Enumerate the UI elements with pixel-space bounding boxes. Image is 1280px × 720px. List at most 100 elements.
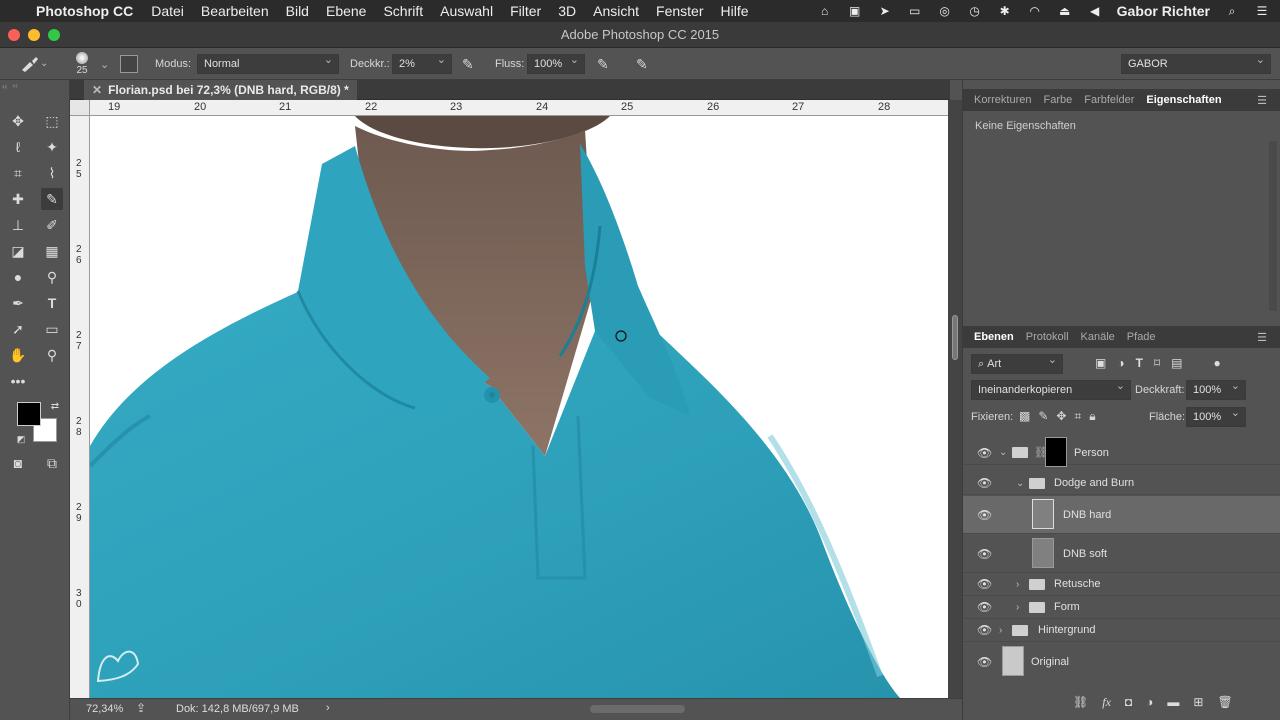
layer-name[interactable]: Original xyxy=(1031,656,1069,668)
tab-eigenschaften[interactable]: Eigenschaften xyxy=(1140,94,1227,106)
tab-ebenen[interactable]: Ebenen xyxy=(963,331,1020,343)
foreground-color-swatch[interactable] xyxy=(17,402,41,426)
menu-bild[interactable]: Bild xyxy=(286,3,309,19)
collapse-chevron-icon[interactable]: › xyxy=(1016,579,1019,590)
horizontal-scroll-thumb[interactable] xyxy=(590,705,685,713)
eraser-tool-icon[interactable]: ◪ xyxy=(7,240,29,262)
notification-list-icon[interactable]: ☰ xyxy=(1254,5,1270,17)
document-tab[interactable]: ✕ Florian.psd bei 72,3% (DNB hard, RGB/8)… xyxy=(84,80,357,100)
visibility-eye-icon[interactable]: 👁︎ xyxy=(977,655,992,669)
layers-panel-menu-icon[interactable]: ☰ xyxy=(1251,331,1273,344)
layer-name[interactable]: Form xyxy=(1054,601,1080,613)
menu-filter[interactable]: Filter xyxy=(510,3,541,19)
new-layer-icon[interactable]: ⊞ xyxy=(1193,695,1203,710)
hand-tool-icon[interactable]: ✋ xyxy=(7,344,29,366)
brush-size-dropdown-icon[interactable]: ⌄ xyxy=(100,48,109,80)
path-selection-tool-icon[interactable]: ➚ xyxy=(7,318,29,340)
collapse-chevron-icon[interactable]: › xyxy=(999,625,1002,636)
more-tools-icon[interactable]: ••• xyxy=(7,370,29,392)
layer-row-dnb-hard[interactable]: 👁︎ DNB hard xyxy=(963,496,1280,534)
brush-panel-toggle[interactable] xyxy=(120,48,138,80)
opacity-select[interactable]: 2% xyxy=(392,53,452,74)
volume-icon[interactable]: ◀ xyxy=(1087,5,1103,17)
screen-mode-icon[interactable]: ⧉ xyxy=(41,452,63,474)
status-menu-arrow-icon[interactable]: › xyxy=(326,702,330,714)
home-icon[interactable]: ⌂ xyxy=(817,5,833,17)
marquee-tool-icon[interactable]: ⬚ xyxy=(41,110,63,132)
document-size[interactable]: Dok: 142,8 MB/697,9 MB xyxy=(176,703,299,715)
layer-name[interactable]: Person xyxy=(1074,447,1109,459)
menu-ansicht[interactable]: Ansicht xyxy=(593,3,639,19)
mode-select[interactable]: Normal xyxy=(197,53,339,74)
maximize-window-button[interactable] xyxy=(48,29,60,41)
new-group-icon[interactable]: ▬ xyxy=(1167,695,1179,710)
tab-protokoll[interactable]: Protokoll xyxy=(1020,331,1075,343)
layer-name[interactable]: Dodge and Burn xyxy=(1054,477,1134,489)
lasso-tool-icon[interactable]: ℓ xyxy=(7,136,29,158)
filter-adjustment-icon[interactable]: ◑ xyxy=(1117,356,1124,370)
lock-image-icon[interactable]: ✎ xyxy=(1038,409,1048,424)
tab-kanaele[interactable]: Kanäle xyxy=(1075,331,1121,343)
healing-brush-tool-icon[interactable]: ✚ xyxy=(7,188,29,210)
default-colors-icon[interactable]: ◩ xyxy=(10,428,32,450)
time-machine-icon[interactable]: ◷ xyxy=(967,5,983,17)
bell-icon[interactable]: ◎ xyxy=(937,5,953,17)
properties-scrollbar[interactable] xyxy=(1269,141,1277,311)
lock-position-icon[interactable]: ✥ xyxy=(1056,409,1066,424)
document-canvas[interactable] xyxy=(90,116,948,698)
eject-icon[interactable]: ⏏ xyxy=(1057,5,1073,17)
vertical-ruler[interactable]: 2 5 2 6 2 7 2 8 2 9 3 0 xyxy=(70,116,90,698)
tab-farbfelder[interactable]: Farbfelder xyxy=(1078,94,1140,106)
layer-row-person[interactable]: 👁︎ ⌄ ⛓︎ Person xyxy=(963,437,1280,467)
clone-stamp-tool-icon[interactable]: ⊥ xyxy=(7,214,29,236)
rectangle-tool-icon[interactable]: ▭ xyxy=(41,318,63,340)
move-tool-icon[interactable]: ✥ xyxy=(7,110,29,132)
workspace-select[interactable]: GABOR xyxy=(1121,53,1271,74)
tab-korrekturen[interactable]: Korrekturen xyxy=(963,94,1037,106)
close-window-button[interactable] xyxy=(8,29,20,41)
layer-style-icon[interactable]: fx xyxy=(1102,695,1111,710)
filter-smart-object-icon[interactable]: ▤ xyxy=(1171,356,1182,370)
scroll-thumb[interactable] xyxy=(952,315,958,360)
ruler-origin[interactable] xyxy=(70,100,90,116)
filter-type-icon[interactable]: T xyxy=(1136,356,1143,370)
tab-farbe[interactable]: Farbe xyxy=(1037,94,1078,106)
spotlight-search-icon[interactable]: ⌕ xyxy=(1224,5,1240,17)
collapse-left-icon[interactable]: ‹‹ xyxy=(2,82,7,91)
layer-row-dnb-soft[interactable]: 👁︎ DNB soft xyxy=(963,535,1280,573)
pressure-opacity-icon[interactable]: ✎ xyxy=(462,48,474,80)
layer-name[interactable]: DNB hard xyxy=(1063,509,1111,521)
layer-row-dodge-and-burn[interactable]: 👁︎ ⌄ Dodge and Burn xyxy=(963,472,1280,495)
vertical-scrollbar[interactable] xyxy=(948,100,962,698)
brush-tool-icon[interactable]: ✎ xyxy=(41,188,63,210)
brush-size-picker[interactable]: 25 xyxy=(76,48,88,80)
menu-user-name[interactable]: Gabor Richter xyxy=(1117,3,1210,19)
zoom-level[interactable]: 72,34% xyxy=(86,703,123,715)
layer-row-hintergrund[interactable]: 👁︎ › Hintergrund xyxy=(963,619,1280,642)
layer-row-original[interactable]: 👁︎ Original xyxy=(963,643,1280,681)
layer-row-retusche[interactable]: 👁︎ › Retusche xyxy=(963,573,1280,596)
quick-mask-icon[interactable]: ◙ xyxy=(7,452,29,474)
visibility-eye-icon[interactable]: 👁︎ xyxy=(977,623,992,637)
layer-opacity-select[interactable]: 100% xyxy=(1186,379,1246,400)
zoom-tool-icon[interactable]: ⚲ xyxy=(41,344,63,366)
expand-chevron-icon[interactable]: ⌄ xyxy=(1016,478,1024,489)
filter-shape-icon[interactable]: ⌑ xyxy=(1154,356,1160,370)
filter-pixel-icon[interactable]: ▣ xyxy=(1095,356,1106,370)
share-icon[interactable]: ⇪ xyxy=(136,701,146,715)
pressure-size-icon[interactable]: ✎ xyxy=(636,48,648,80)
minimize-window-button[interactable] xyxy=(28,29,40,41)
visibility-eye-icon[interactable]: 👁︎ xyxy=(977,547,992,561)
fill-select[interactable]: 100% xyxy=(1186,406,1246,427)
add-mask-icon[interactable]: ◘ xyxy=(1125,695,1132,710)
screen-share-icon[interactable]: ▣ xyxy=(847,5,863,17)
forward-icon[interactable]: ➤ xyxy=(877,5,893,17)
tab-pfade[interactable]: Pfade xyxy=(1121,331,1162,343)
layer-name[interactable]: Retusche xyxy=(1054,578,1100,590)
menu-auswahl[interactable]: Auswahl xyxy=(440,3,493,19)
lock-all-icon[interactable]: 🔒︎ xyxy=(1089,409,1095,424)
quick-selection-tool-icon[interactable]: ✦ xyxy=(41,136,63,158)
new-adjustment-icon[interactable]: ◑ xyxy=(1146,695,1153,710)
bluetooth-icon[interactable]: ✱ xyxy=(997,5,1013,17)
layer-row-form[interactable]: 👁︎ › Form xyxy=(963,596,1280,619)
